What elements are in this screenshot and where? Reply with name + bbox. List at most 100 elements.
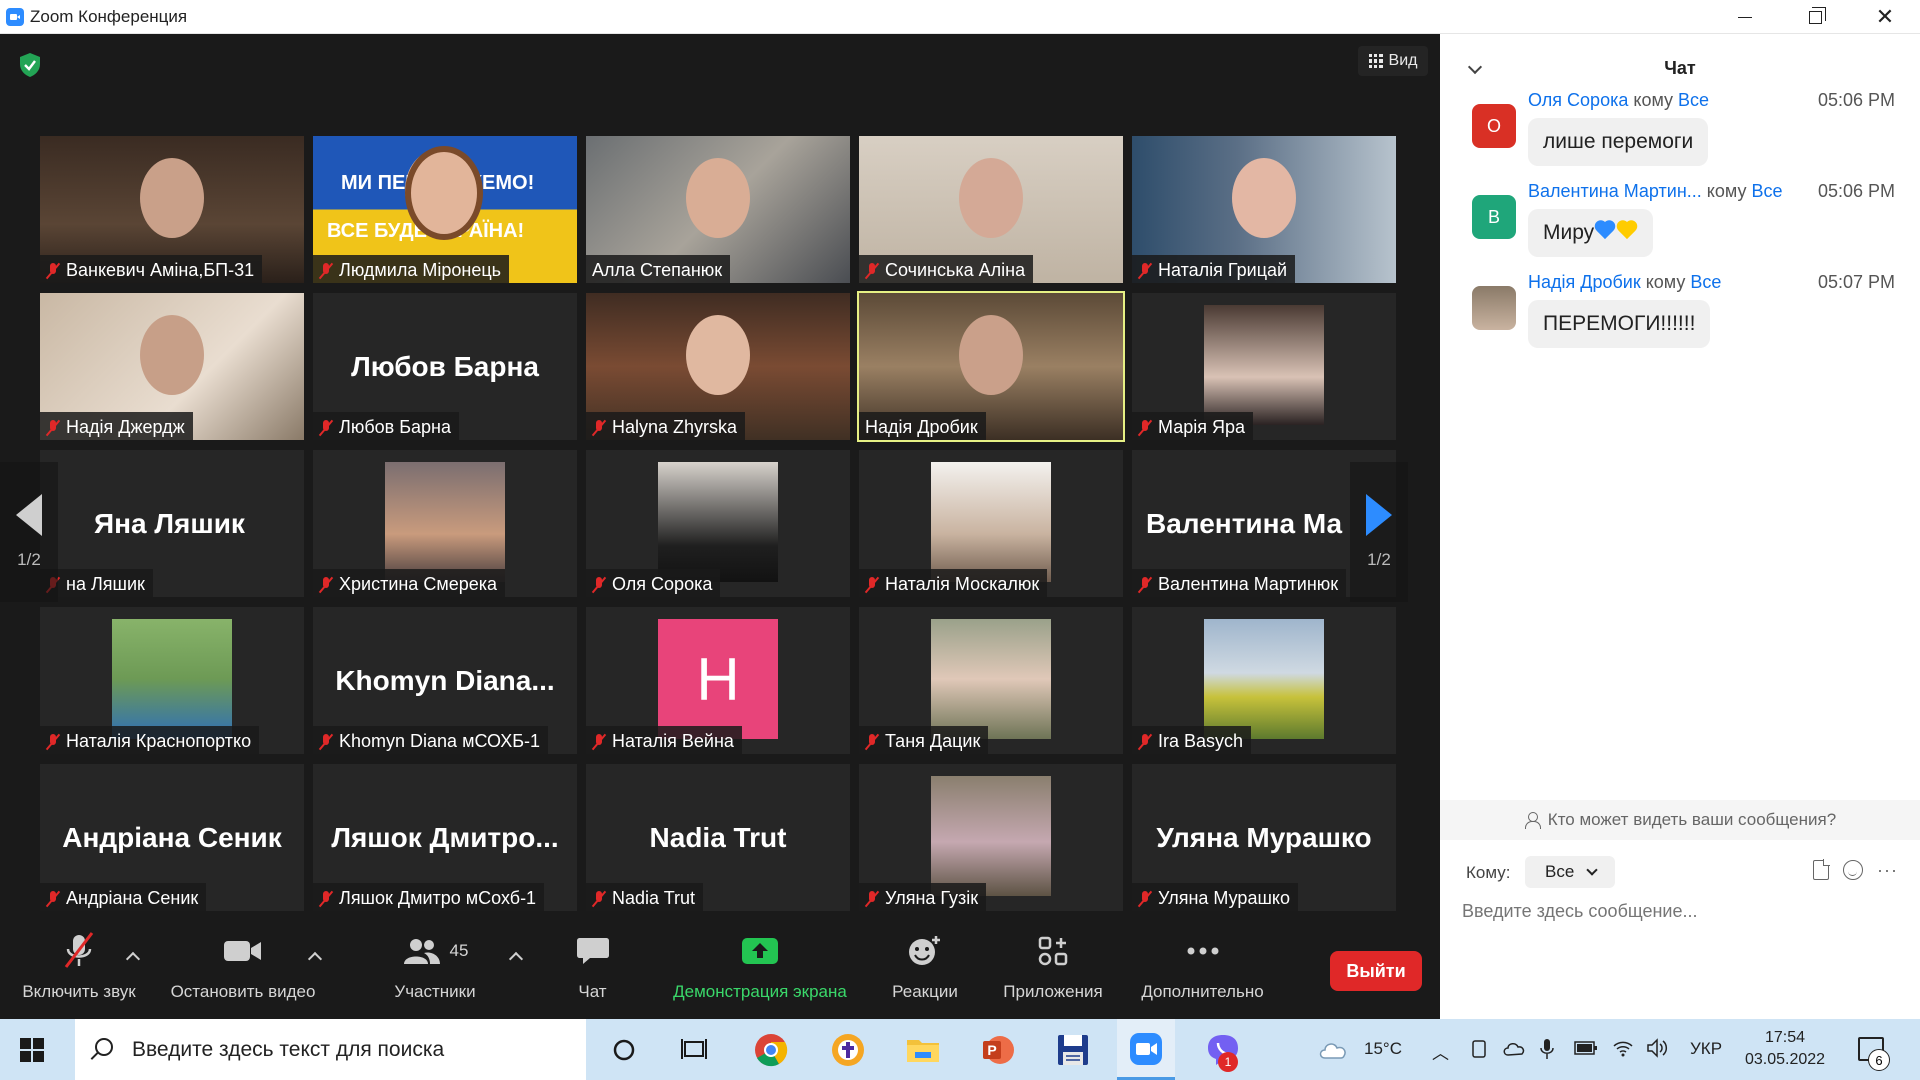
participant-tile[interactable]: Halyna Zhyrska — [586, 293, 850, 440]
task-view-icon[interactable] — [680, 1037, 708, 1063]
participant-video — [385, 462, 505, 582]
recipient-name[interactable]: Все — [1751, 181, 1782, 201]
page-indicator: 1/2 — [17, 550, 41, 569]
prev-page-button[interactable]: 1/2 — [0, 462, 58, 602]
participant-tile[interactable]: Ira Basych — [1132, 607, 1396, 754]
weather-cloud-icon[interactable] — [1317, 1036, 1349, 1062]
participant-tile[interactable]: Таня Дацик — [859, 607, 1123, 754]
share-screen-button[interactable]: Демонстрация экрана — [660, 926, 860, 1019]
participant-name-label: Любов Барна — [313, 412, 459, 440]
participant-name: Nadia Trut — [612, 888, 696, 908]
temperature[interactable]: 15°C — [1364, 1039, 1402, 1059]
save-app-icon[interactable] — [1055, 1032, 1091, 1068]
security-shield-icon[interactable] — [18, 52, 42, 78]
sender-name[interactable]: Надія Дробик — [1528, 272, 1641, 292]
reactions-button[interactable]: Реакции — [880, 926, 970, 1019]
participant-tile[interactable]: Христина Смерека — [313, 450, 577, 597]
recipient-name[interactable]: Все — [1690, 272, 1721, 292]
mic-muted-icon — [865, 890, 879, 908]
more-button[interactable]: Дополнительно — [1130, 926, 1275, 1019]
to-word: кому — [1640, 272, 1691, 292]
view-button[interactable]: Вид — [1358, 46, 1428, 76]
emoji-icon[interactable] — [1843, 860, 1864, 880]
wifi-icon[interactable] — [1612, 1038, 1634, 1058]
participant-display-name: Любов Барна — [351, 350, 539, 382]
participant-tile[interactable]: Надія Дробик — [857, 291, 1125, 442]
participant-tile[interactable]: Наталія Москалюк — [859, 450, 1123, 597]
page-indicator: 1/2 — [1367, 550, 1391, 569]
recipient-select[interactable]: Все — [1525, 856, 1615, 888]
person-icon — [1524, 812, 1541, 829]
file-icon[interactable] — [1813, 859, 1831, 880]
device-icon[interactable] — [1470, 1039, 1488, 1059]
participant-name-label: Уляна Гузік — [859, 883, 987, 911]
participant-tile[interactable]: Андріана Сеник Андріана Сеник — [40, 764, 304, 911]
participant-name: Ira Basych — [1158, 731, 1244, 751]
file-explorer-icon[interactable] — [905, 1032, 941, 1068]
sender-name[interactable]: Валентина Мартин... — [1528, 181, 1702, 201]
participant-name: Наталія Грицай — [1158, 260, 1288, 280]
participant-name-label: Надія Дробик — [859, 412, 986, 440]
participant-tile[interactable]: Nadia Trut Nadia Trut — [586, 764, 850, 911]
who-can-see-link[interactable]: Кто может видеть ваши сообщения? — [1440, 800, 1920, 840]
sender-avatar[interactable]: В — [1472, 195, 1516, 239]
language-indicator[interactable]: УКР — [1690, 1039, 1722, 1059]
minimize-button[interactable] — [1710, 0, 1780, 34]
participant-tile[interactable]: Н Наталія Вейна — [586, 607, 850, 754]
unmute-button[interactable]: Включить звук — [14, 926, 144, 1019]
participant-display-name: Андріана Сеник — [62, 821, 282, 853]
participant-tile[interactable]: Надія Джердж — [40, 293, 304, 440]
participant-name: Таня Дацик — [885, 731, 981, 751]
participant-tile[interactable]: Оля Сорока — [586, 450, 850, 597]
participant-tile[interactable]: Ванкевич Аміна,БП-31 — [40, 136, 304, 283]
chat-button[interactable]: Чат — [555, 926, 630, 1019]
participants-options-caret-icon[interactable] — [508, 951, 524, 967]
microphone-icon[interactable] — [1540, 1037, 1554, 1061]
participants-button[interactable]: 45 Участники — [380, 926, 490, 1019]
participant-tile[interactable]: Яна Ляшик на Ляшик — [40, 450, 304, 597]
browser-icon[interactable] — [830, 1032, 866, 1068]
close-button[interactable]: ✕ — [1850, 0, 1920, 34]
zoom-taskbar-button[interactable] — [1117, 1019, 1175, 1080]
who-can-see-text: Кто может видеть ваши сообщения? — [1547, 810, 1837, 829]
participant-tile[interactable]: Сочинська Аліна — [859, 136, 1123, 283]
participant-tile[interactable]: Наталія Грицай — [1132, 136, 1396, 283]
participant-name-label: Марія Яра — [1132, 412, 1253, 440]
participant-tile[interactable]: Алла Степанюк — [586, 136, 850, 283]
leave-button[interactable]: Выйти — [1330, 951, 1422, 991]
participant-tile[interactable]: Уляна Мурашко Уляна Мурашко — [1132, 764, 1396, 911]
chrome-icon[interactable] — [753, 1032, 789, 1068]
stop-video-button[interactable]: Остановить видео — [168, 926, 318, 1019]
participant-tile[interactable]: МИ ПЕРЕМОЖЕМО!ВСЕ БУДЕ УКРАЇНА!Людмила М… — [313, 136, 577, 283]
volume-icon[interactable] — [1646, 1038, 1670, 1058]
participant-tile[interactable]: Khomyn Diana... Khomyn Diana мСОХБ-1 — [313, 607, 577, 754]
next-page-button[interactable]: 1/2 — [1350, 462, 1408, 602]
battery-icon[interactable] — [1574, 1040, 1598, 1056]
participant-display-name: Ляшок Дмитро... — [331, 821, 559, 853]
sender-avatar[interactable] — [1472, 286, 1516, 330]
taskbar-search[interactable]: Введите здесь текст для поиска — [75, 1019, 586, 1080]
apps-button[interactable]: Приложения — [993, 926, 1113, 1019]
participant-tile[interactable]: Наталія Краснопортко — [40, 607, 304, 754]
clock[interactable]: 17:54 03.05.2022 — [1745, 1027, 1825, 1071]
start-button[interactable] — [20, 1038, 44, 1062]
powerpoint-icon[interactable]: P — [980, 1032, 1016, 1068]
mic-muted-icon — [592, 419, 606, 437]
message-header: Надія Дробик кому Все — [1528, 272, 1721, 293]
participant-tile[interactable]: Ляшок Дмитро... Ляшок Дмитро мСохб-1 — [313, 764, 577, 911]
maximize-button[interactable] — [1780, 0, 1850, 34]
share-screen-label: Демонстрация экрана — [673, 982, 847, 1001]
network-cloud-icon[interactable] — [1502, 1039, 1526, 1059]
participant-tile[interactable]: Уляна Гузік — [859, 764, 1123, 911]
sender-avatar[interactable]: О — [1472, 104, 1516, 148]
apps-label: Приложения — [1003, 982, 1103, 1001]
tray-expand-icon[interactable]: ︿ — [1432, 1039, 1449, 1064]
participant-tile[interactable]: Марія Яра — [1132, 293, 1396, 440]
mic-muted-icon — [1138, 576, 1152, 594]
message-input[interactable] — [1462, 896, 1892, 926]
sender-name[interactable]: Оля Сорока — [1528, 90, 1628, 110]
participant-tile[interactable]: Любов Барна Любов Барна — [313, 293, 577, 440]
cortana-icon[interactable] — [612, 1038, 636, 1062]
recipient-name[interactable]: Все — [1678, 90, 1709, 110]
more-options-icon[interactable]: ··· — [1877, 860, 1898, 880]
